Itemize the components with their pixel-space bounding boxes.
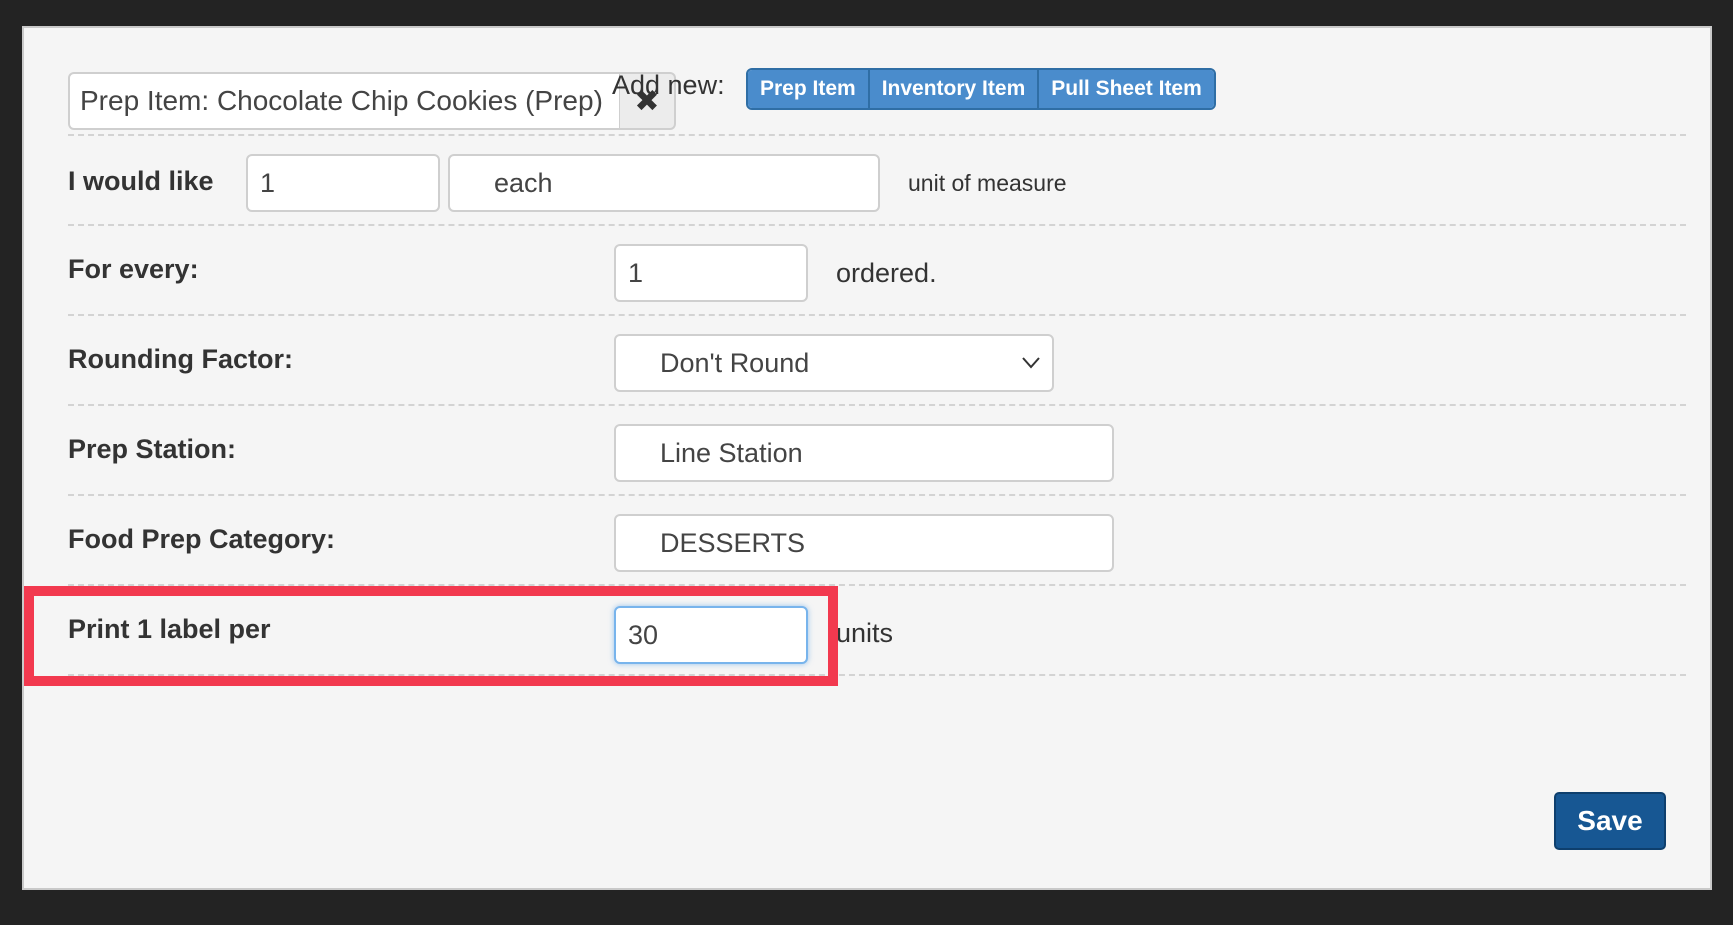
units-label: units (836, 618, 894, 648)
food-prep-category-input[interactable]: DESSERTS (614, 514, 1114, 572)
divider (68, 134, 1686, 136)
quantity-label: I would like (68, 166, 214, 196)
unit-of-measure-input[interactable]: each (448, 154, 880, 212)
divider (68, 494, 1686, 496)
add-new-label: Add new: (612, 70, 725, 100)
add-prep-item-button[interactable]: Prep Item (748, 70, 870, 108)
divider (68, 584, 1686, 586)
divider (68, 404, 1686, 406)
item-search-input[interactable]: Prep Item: Chocolate Chip Cookies (Prep) (68, 72, 621, 130)
prep-station-label: Prep Station: (68, 434, 237, 464)
unit-of-measure-label: unit of measure (908, 170, 1067, 196)
divider (68, 314, 1686, 316)
for-every-label: For every: (68, 254, 199, 284)
add-new-button-group: Prep Item Inventory Item Pull Sheet Item (746, 68, 1216, 110)
chevron-down-icon (1022, 352, 1040, 370)
print-label-per-label: Print 1 label per (68, 614, 271, 644)
for-every-input[interactable]: 1 (614, 244, 808, 302)
print-label-per-input[interactable]: 30 (614, 606, 808, 664)
ordered-label: ordered. (836, 258, 937, 288)
food-prep-category-label: Food Prep Category: (68, 524, 336, 554)
add-pull-sheet-item-button[interactable]: Pull Sheet Item (1039, 70, 1214, 108)
prep-station-input[interactable]: Line Station (614, 424, 1114, 482)
add-inventory-item-button[interactable]: Inventory Item (869, 70, 1040, 108)
divider (68, 224, 1686, 226)
save-button[interactable]: Save (1554, 792, 1666, 850)
rounding-factor-value: Don't Round (660, 347, 810, 378)
prep-item-modal: Prep Item: Chocolate Chip Cookies (Prep)… (22, 26, 1712, 890)
quantity-input[interactable]: 1 (246, 154, 440, 212)
rounding-factor-select[interactable]: Don't Round (614, 334, 1054, 392)
divider (68, 674, 1686, 676)
rounding-factor-label: Rounding Factor: (68, 344, 293, 374)
